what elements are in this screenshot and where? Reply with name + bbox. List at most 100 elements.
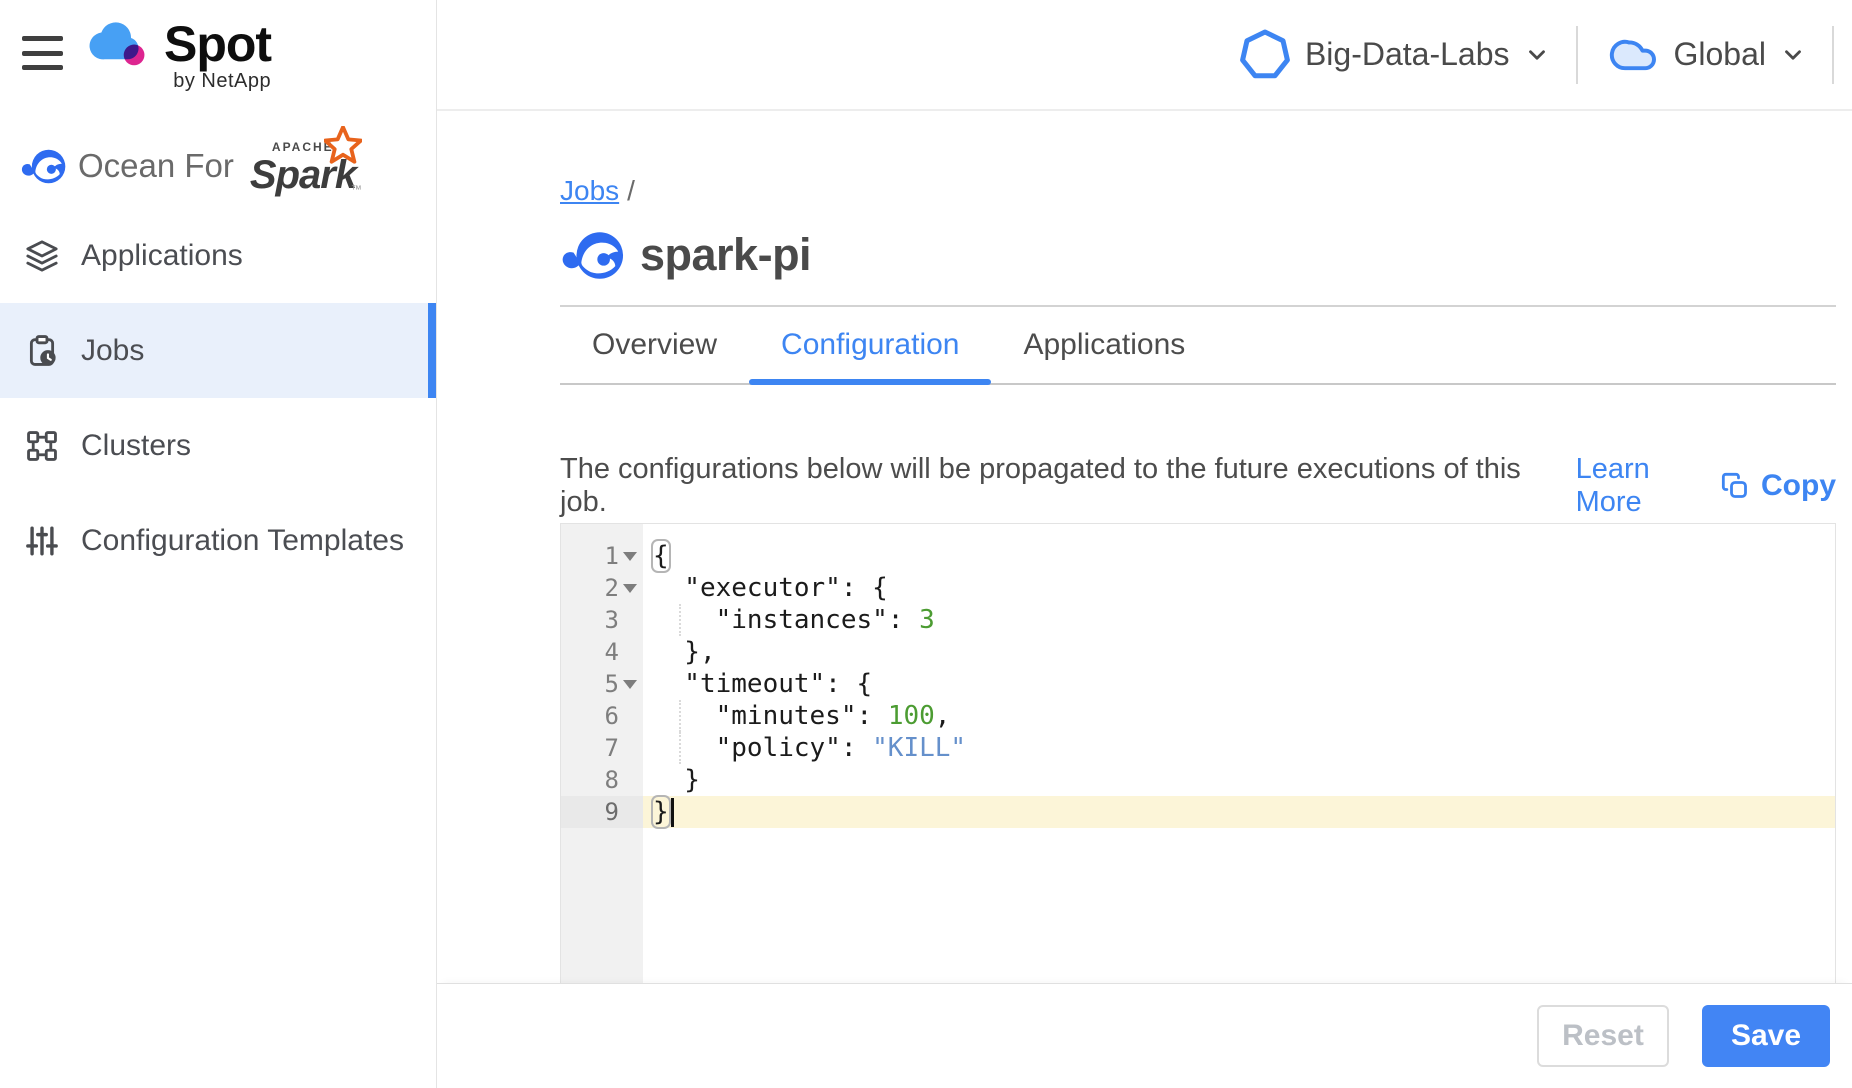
apache-spark-logo: APACHE Spark ™ [250,134,358,198]
line-number-text: 2 [605,574,619,602]
code-token: "executor": { [653,573,888,603]
line-number-text: 5 [605,670,619,698]
json-config-editor[interactable]: 1{2 "executor": {3 "instances": 34 },5 "… [560,523,1836,1000]
workspace-name: Big-Data-Labs [1305,36,1510,73]
editor-row[interactable]: 1{ [561,540,1835,572]
sidebar-item-jobs[interactable]: Jobs [0,303,436,398]
fold-arrow-icon[interactable] [623,552,637,561]
workspace-selector[interactable]: Big-Data-Labs [1239,29,1550,81]
line-number: 4 [561,636,643,668]
topbar: Big-Data-Labs Global [437,0,1852,111]
line-number: 5 [561,668,643,700]
description-row: The configurations below will be propaga… [560,453,1836,519]
editor-row[interactable]: 2 "executor": { [561,572,1835,604]
clipboard-clock-icon [25,334,59,368]
line-number-text: 3 [605,606,619,634]
code-line[interactable]: } [643,796,1835,828]
line-number: 6 [561,700,643,732]
line-number: 9 [561,796,643,828]
brand-name: Spot [164,20,271,68]
code-line[interactable]: "executor": { [643,572,1835,604]
fold-arrow-icon[interactable] [623,680,637,689]
editor-row[interactable]: 4 }, [561,636,1835,668]
sliders-icon [25,524,59,558]
line-number: 3 [561,604,643,636]
hamburger-menu-icon[interactable] [22,36,66,70]
fold-slot [621,552,639,561]
tab-configuration[interactable]: Configuration [749,307,991,383]
line-number: 8 [561,764,643,796]
tab-applications[interactable]: Applications [991,307,1217,383]
code-line[interactable]: "timeout": { [643,668,1835,700]
code-token: "minutes": [653,701,888,731]
line-number-text: 8 [605,766,619,794]
code-token: "timeout": { [653,669,872,699]
layers-icon [25,239,59,273]
code-token: , [935,701,951,731]
learn-more-link[interactable]: Learn More [1576,453,1721,519]
tab-overview[interactable]: Overview [560,307,749,383]
spark-star-icon [324,126,362,164]
title-row: spark-pi [560,227,1836,283]
editor-row[interactable]: 9} [561,796,1835,828]
editor-row[interactable]: 6 "minutes": 100, [561,700,1835,732]
code-token: } [653,765,700,795]
line-number: 2 [561,572,643,604]
code-line[interactable]: "policy": "KILL" [643,732,1835,764]
code-line[interactable]: } [643,764,1835,796]
code-line[interactable]: "instances": 3 [643,604,1835,636]
line-number-text: 9 [605,798,619,826]
spot-cloud-icon [88,20,154,68]
editor-row[interactable]: 5 "timeout": { [561,668,1835,700]
line-number-text: 1 [605,542,619,570]
editor-row[interactable]: 8 } [561,764,1835,796]
tabs: Overview Configuration Applications [560,307,1836,385]
code-token: "instances": [653,605,919,635]
line-number-text: 4 [605,638,619,666]
configuration-note: The configurations below will be propaga… [560,453,1556,519]
code-rows: 1{2 "executor": {3 "instances": 34 },5 "… [561,524,1835,828]
sidebar-item-applications[interactable]: Applications [0,208,436,303]
line-number-text: 7 [605,734,619,762]
clusters-icon [25,429,59,463]
editor-row[interactable]: 7 "policy": "KILL" [561,732,1835,764]
product-name: Ocean For [78,147,234,185]
code-line[interactable]: }, [643,636,1835,668]
sidebar-item-label: Configuration Templates [81,524,404,558]
code-token: 100 [888,701,935,731]
code-line[interactable]: "minutes": 100, [643,700,1835,732]
chevron-down-icon [1524,42,1550,68]
ocean-wave-icon [20,149,66,184]
code-token: "policy": [653,733,872,763]
code-token: 3 [919,605,935,635]
code-token: } [653,797,669,827]
hamburger-bar [22,51,63,56]
sidebar: Spot by NetApp Ocean For APACHE Spark ™ [0,0,437,1088]
footer: Reset Save [437,983,1852,1088]
fold-slot [621,584,639,593]
text-cursor [671,798,674,827]
code-token: { [653,541,669,571]
save-button[interactable]: Save [1702,1005,1830,1067]
copy-button[interactable]: Copy [1721,469,1836,503]
reset-button[interactable]: Reset [1537,1005,1669,1067]
editor-row[interactable]: 3 "instances": 3 [561,604,1835,636]
region-selector[interactable]: Global [1604,33,1807,77]
copy-label: Copy [1761,469,1836,503]
heptagon-icon [1239,29,1291,81]
code-token: "KILL" [872,733,966,763]
code-line[interactable]: { [643,540,1835,572]
topbar-divider [1832,26,1834,84]
spark-trademark: ™ [351,184,362,196]
breadcrumb-jobs-link[interactable]: Jobs [560,175,619,206]
sidebar-nav: Applications Jobs [0,208,436,588]
main-area: Big-Data-Labs Global Jobs/ [437,0,1852,1088]
sidebar-item-clusters[interactable]: Clusters [0,398,436,493]
page: Spot by NetApp Ocean For APACHE Spark ™ [0,0,1852,1088]
line-number: 7 [561,732,643,764]
breadcrumb: Jobs/ [560,175,1836,207]
spot-logo: Spot by NetApp [88,20,271,93]
fold-arrow-icon[interactable] [623,584,637,593]
ocean-wave-icon [560,231,624,280]
sidebar-item-configuration-templates[interactable]: Configuration Templates [0,493,436,588]
